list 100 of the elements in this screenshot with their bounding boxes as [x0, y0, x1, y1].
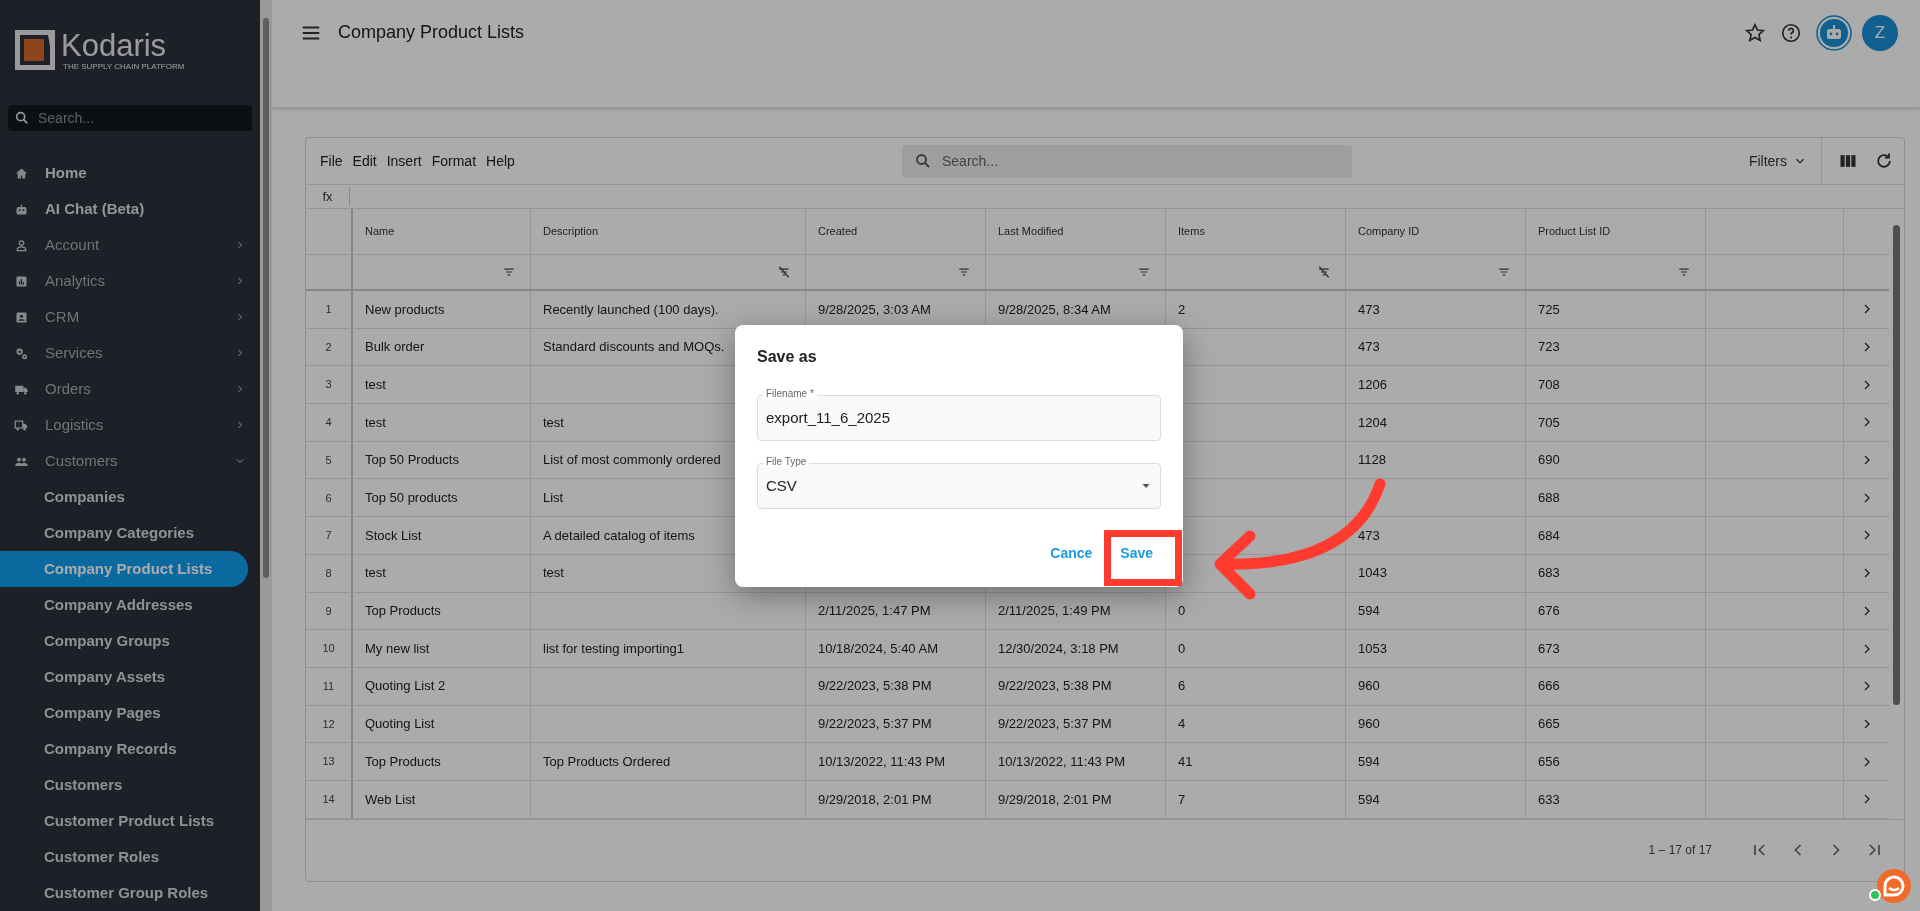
menu-item[interactable]: Help [486, 150, 515, 172]
filter-icon[interactable] [957, 265, 971, 279]
sidebar-subitem[interactable]: Company Assets [0, 659, 248, 695]
table-cell-text: 1204 [1358, 413, 1387, 432]
sidebar-subitem[interactable]: Company Groups [0, 623, 248, 659]
user-avatar[interactable]: Z [1862, 14, 1898, 51]
table-cell-text: 594 [1358, 602, 1380, 621]
column-header[interactable]: Description [543, 223, 599, 240]
table-cell-text: 12/30/2024, 3:18 PM [998, 639, 1119, 658]
table-cell-text: test [365, 564, 386, 583]
sidebar-item[interactable]: Account [0, 227, 260, 263]
table-cell-text: 690 [1538, 451, 1560, 470]
row-number: 10 [322, 641, 335, 657]
table-cell-text: 9/29/2018, 2:01 PM [818, 790, 932, 809]
sidebar-item[interactable]: Services [0, 335, 260, 371]
table-cell-text: 683 [1538, 564, 1560, 583]
table-cell-text: A detailed catalog of items [543, 526, 695, 545]
table-cell-text: test [365, 413, 386, 432]
table-cell-text: 473 [1358, 338, 1380, 357]
filter-icon[interactable] [1137, 265, 1151, 279]
formula-label: fx [306, 186, 350, 207]
star-icon[interactable] [1744, 21, 1766, 44]
refresh-icon[interactable] [1874, 151, 1894, 171]
logo-text: Kodaris [61, 30, 168, 62]
sidebar-subitem[interactable]: Company Addresses [0, 587, 248, 623]
dialog-button[interactable]: Cance [1046, 537, 1097, 570]
sidebar-subitem[interactable]: Company Records [0, 731, 248, 767]
table-cell-text: 1053 [1358, 639, 1387, 658]
table-cell-text: 673 [1538, 639, 1560, 658]
table-cell-text: 0 [1178, 639, 1186, 658]
menu-item[interactable]: Insert [386, 150, 422, 172]
sidebar-item[interactable]: Customers [0, 443, 260, 479]
filter-off-icon[interactable] [1317, 265, 1331, 279]
menu-item[interactable]: Edit [352, 150, 377, 172]
row-number: 1 [325, 302, 332, 318]
filters-button[interactable]: Filters [1748, 150, 1821, 172]
menu-item[interactable]: Format [431, 150, 477, 172]
column-header[interactable]: Product List ID [1538, 223, 1611, 240]
search-field[interactable]: Search... [8, 105, 252, 131]
table-cell-text: 4 [1178, 715, 1186, 734]
sidebar-subitem[interactable]: Customer Product Lists [0, 803, 248, 839]
table-cell-text: Bulk order [365, 338, 425, 357]
sidebar-subitem[interactable]: Company Product Lists [0, 551, 248, 587]
logo-tagline: THE SUPPLY CHAIN PLATFORM [62, 62, 185, 72]
table-cell-text: List of most commonly ordered [543, 451, 721, 470]
sidebar-subitem[interactable]: Company Categories [0, 515, 248, 551]
table-cell-text: 665 [1538, 715, 1560, 734]
table-cell-text: 473 [1358, 300, 1380, 319]
table-cell-text: 9/22/2023, 5:37 PM [998, 715, 1112, 734]
sidebar-item[interactable]: Home [0, 155, 260, 191]
table-cell-text: 1206 [1358, 375, 1387, 394]
robot-icon[interactable] [1816, 14, 1852, 51]
sidebar-subitem[interactable]: Customer Roles [0, 839, 248, 875]
help-icon[interactable] [1780, 21, 1802, 44]
table-cell-text: 688 [1538, 489, 1560, 508]
table-cell-text: 1128 [1358, 451, 1386, 470]
row-number: 11 [322, 678, 335, 694]
table-cell-text: 960 [1358, 715, 1380, 734]
scrollbar[interactable] [260, 0, 272, 911]
filter-off-icon[interactable] [777, 265, 791, 279]
dialog-title: Save as [757, 347, 818, 367]
column-header[interactable]: Items [1178, 223, 1205, 240]
row-number: 13 [322, 754, 335, 770]
table-cell-text: Stock List [365, 526, 422, 545]
sidebar-item[interactable]: Logistics [0, 407, 260, 443]
sidebar-item[interactable]: Analytics [0, 263, 260, 299]
table-cell-text: 708 [1538, 375, 1560, 394]
table-cell-text: Top 50 products [365, 489, 458, 508]
row-number: 8 [325, 565, 332, 581]
sidebar-subitem[interactable]: Customer Group Roles [0, 875, 248, 911]
table-cell-text: 2/11/2025, 1:47 PM [818, 602, 931, 621]
column-header[interactable]: Created [818, 223, 858, 240]
table-cell-text: 6 [1178, 677, 1186, 696]
sidebar-item[interactable]: Orders [0, 371, 260, 407]
table-cell-text: Standard discounts and MOQs. [543, 338, 725, 357]
sidebar-subitem[interactable]: Customers [0, 767, 248, 803]
menu-item[interactable]: File [320, 150, 343, 172]
filter-icon[interactable] [502, 265, 516, 279]
column-header[interactable]: Last Modified [998, 223, 1064, 240]
sidebar-item[interactable]: AI Chat (Beta) [0, 191, 260, 227]
table-cell-text: Recently launched (100 days). [543, 300, 719, 319]
chat-widget-icon[interactable] [1868, 866, 1912, 906]
column-header[interactable]: Company ID [1358, 223, 1420, 240]
dialog-button[interactable]: Save [1116, 537, 1157, 570]
table-cell-text: 725 [1538, 300, 1560, 319]
search-field[interactable]: Search... [902, 144, 1352, 178]
field-label: File Type [763, 456, 810, 468]
filter-icon[interactable] [1677, 265, 1691, 279]
person-icon [14, 237, 29, 253]
sidebar-subitem[interactable]: Company Pages [0, 695, 248, 731]
column-header[interactable]: Name [365, 223, 395, 240]
table-cell-text: 41 [1178, 752, 1193, 771]
filter-icon[interactable] [1497, 265, 1511, 279]
table-cell-text: 9/22/2023, 5:37 PM [818, 715, 932, 734]
table-cell-text: test [365, 375, 386, 394]
row-number: 6 [325, 490, 332, 506]
sidebar-subitem[interactable]: Companies [0, 479, 248, 515]
sidebar-item[interactable]: CRM [0, 299, 260, 335]
row-number: 5 [325, 452, 332, 468]
table-cell-text: 684 [1538, 526, 1560, 545]
